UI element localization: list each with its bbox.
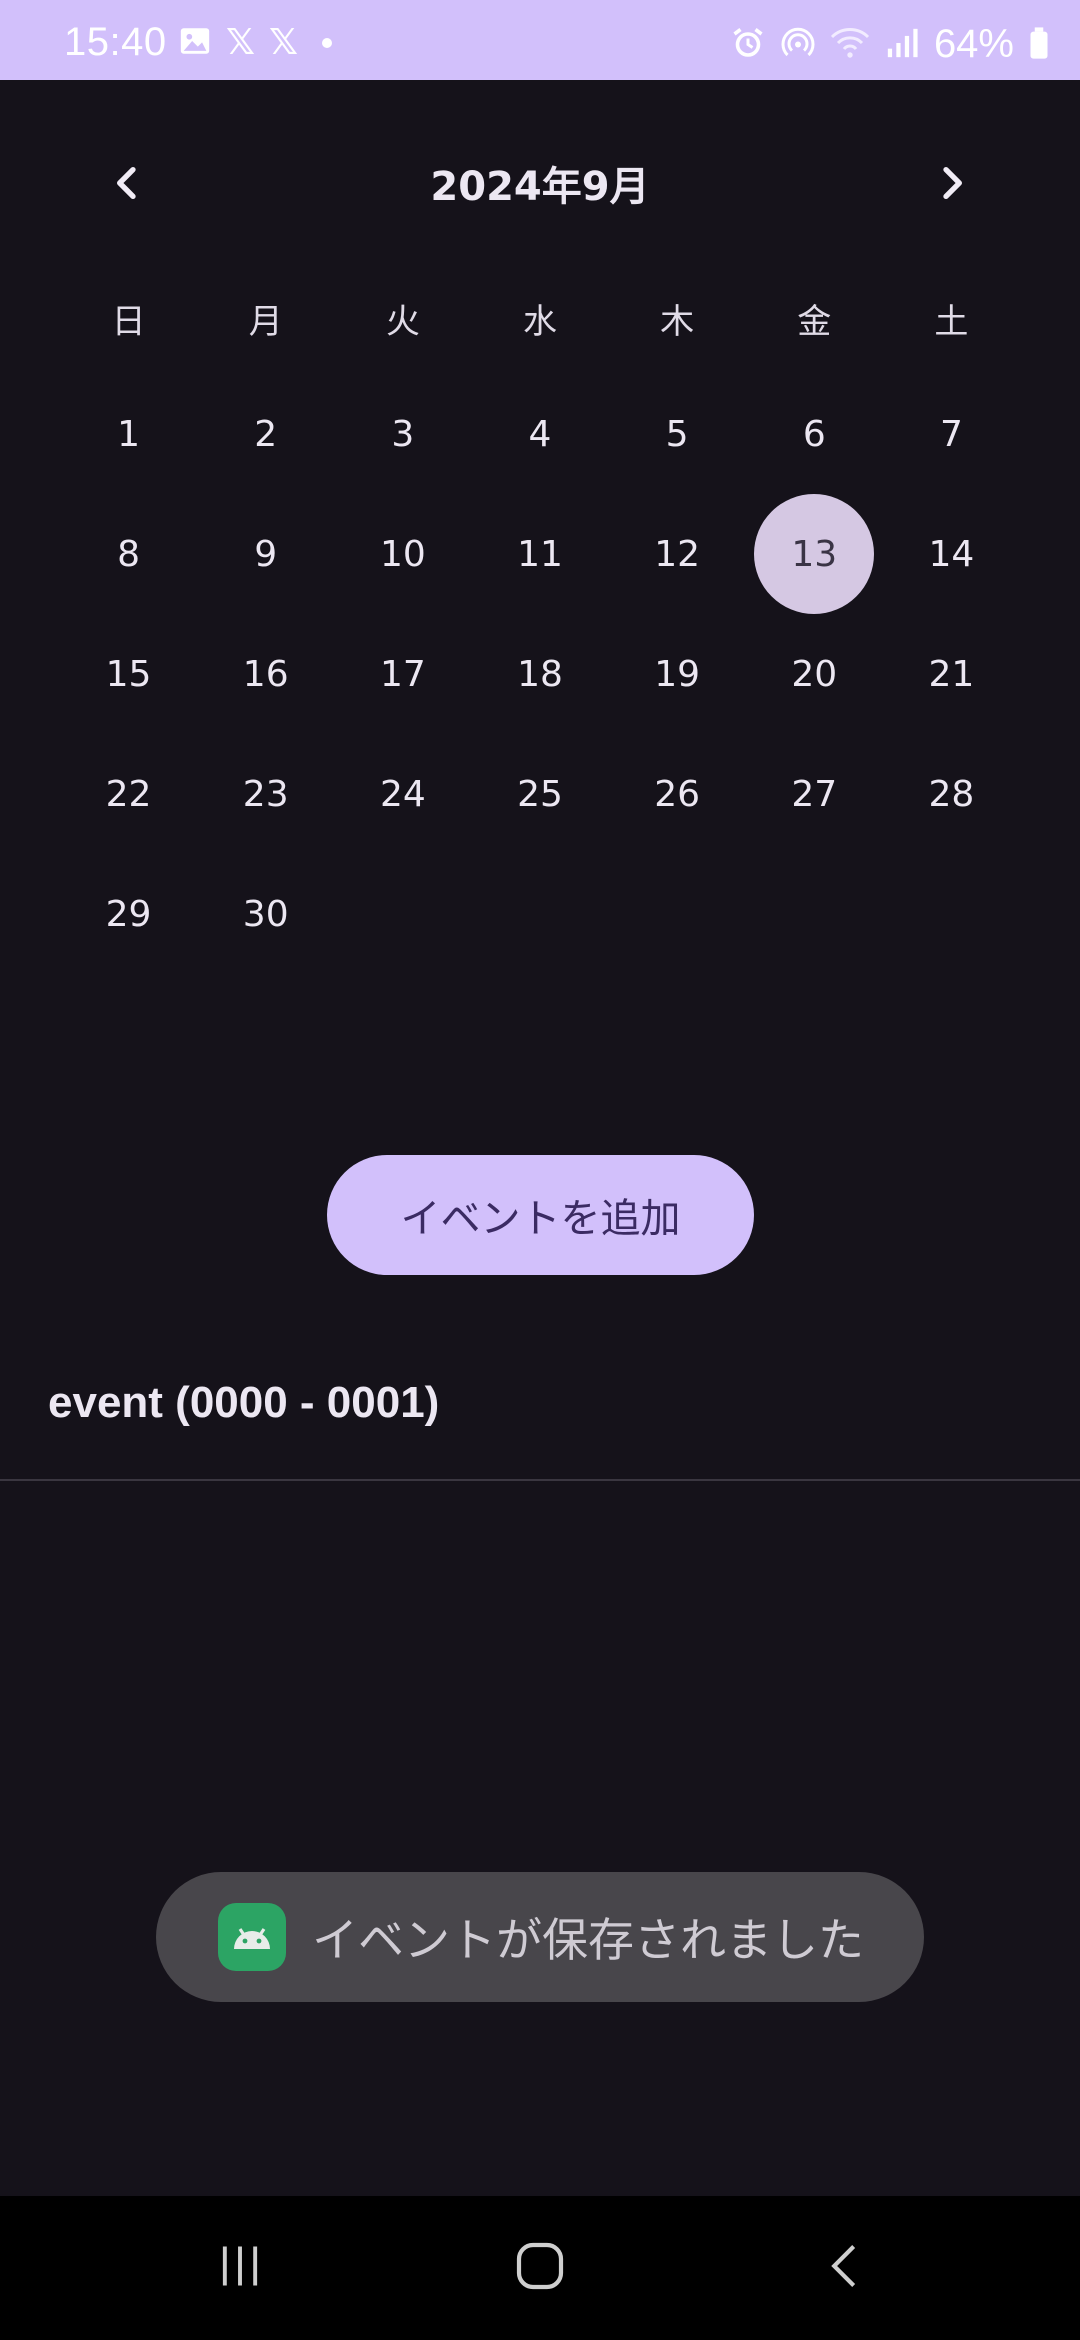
calendar-day[interactable]: 27 [754, 734, 874, 854]
next-month-button[interactable] [906, 140, 996, 230]
calendar-day[interactable]: 15 [69, 614, 189, 734]
calendar-day[interactable]: 18 [480, 614, 600, 734]
back-icon [819, 2240, 871, 2296]
weekday-label: 火 [385, 302, 420, 342]
calendar-week: 15 16 17 18 19 20 21 [60, 614, 1020, 734]
calendar-day[interactable]: 26 [617, 734, 737, 854]
calendar-day[interactable]: 19 [617, 614, 737, 734]
gallery-icon [178, 24, 212, 62]
alarm-icon [730, 25, 766, 65]
toast-text: イベントが保存されました [312, 1913, 864, 1967]
calendar-day[interactable]: 9 [206, 494, 326, 614]
dot-icon [322, 38, 333, 48]
calendar-day[interactable]: 16 [206, 614, 326, 734]
calendar-day-empty [617, 854, 737, 974]
status-bar: 15:40 𝕏 𝕏 64% [0, 0, 1080, 80]
weekday-label: 金 [797, 302, 832, 342]
hotspot-icon [780, 25, 816, 65]
calendar-header: 2024年9月 [0, 140, 1080, 230]
calendar-week: 8 9 10 11 12 13 14 [60, 494, 1020, 614]
wifi-icon [830, 25, 870, 65]
calendar-day-selected[interactable]: 13 [754, 494, 875, 614]
divider [0, 1479, 1080, 1481]
calendar-day[interactable]: 3 [343, 374, 463, 494]
calendar-day[interactable]: 20 [754, 614, 874, 734]
back-button[interactable] [805, 2232, 885, 2304]
weekday-label: 日 [111, 302, 146, 342]
calendar-day[interactable]: 2 [206, 374, 326, 494]
x-icon: 𝕏 [226, 22, 256, 63]
battery-icon [1028, 26, 1050, 64]
calendar-day[interactable]: 10 [343, 494, 463, 614]
calendar-day[interactable]: 5 [617, 374, 737, 494]
home-button[interactable] [500, 2232, 580, 2304]
weekday-row: 日 月 火 水 木 金 土 [60, 294, 1020, 343]
calendar-day[interactable]: 11 [480, 494, 600, 614]
calendar-day[interactable]: 6 [754, 374, 874, 494]
recent-apps-icon [214, 2240, 266, 2296]
calendar-day[interactable]: 29 [69, 854, 189, 974]
add-event-button[interactable]: イベントを追加 [327, 1155, 754, 1275]
calendar-day[interactable]: 12 [617, 494, 737, 614]
calendar-day-empty [343, 854, 463, 974]
calendar-week: 1 2 3 4 5 6 7 [60, 374, 1020, 494]
home-icon [512, 2238, 568, 2298]
calendar-day[interactable]: 14 [891, 494, 1011, 614]
calendar-week: 29 30 [60, 854, 1020, 974]
calendar-day[interactable]: 7 [891, 374, 1011, 494]
event-list-item[interactable]: event (0000 - 0001) [48, 1378, 439, 1428]
x-icon: 𝕏 [269, 22, 299, 63]
calendar-day[interactable]: 1 [69, 374, 189, 494]
calendar-day[interactable]: 23 [206, 734, 326, 854]
calendar-day[interactable]: 25 [480, 734, 600, 854]
calendar-day-empty [480, 854, 600, 974]
system-icons: 64% [730, 22, 1050, 67]
calendar-day[interactable]: 8 [69, 494, 189, 614]
calendar-day[interactable]: 30 [206, 854, 326, 974]
calendar-day-empty [891, 854, 1011, 974]
chevron-right-icon [931, 163, 971, 207]
recent-apps-button[interactable] [200, 2232, 280, 2304]
calendar-day[interactable]: 28 [891, 734, 1011, 854]
weekday-label: 水 [522, 302, 557, 342]
calendar-day-empty [754, 854, 874, 974]
calendar-week: 22 23 24 25 26 27 28 [60, 734, 1020, 854]
calendar-day[interactable]: 4 [480, 374, 600, 494]
calendar-day[interactable]: 17 [343, 614, 463, 734]
calendar-day[interactable]: 24 [343, 734, 463, 854]
signal-icon [884, 26, 920, 64]
status-time: 15:40 [64, 20, 167, 64]
system-navigation-bar [0, 2196, 1080, 2340]
battery-percent: 64% [933, 22, 1014, 66]
android-app-icon [218, 1903, 286, 1971]
weekday-label: 月 [248, 302, 283, 342]
calendar-day[interactable]: 21 [891, 614, 1011, 734]
weekday-label: 土 [934, 302, 969, 342]
calendar-day[interactable]: 22 [69, 734, 189, 854]
notification-icons: 𝕏 𝕏 [178, 22, 333, 63]
weekday-label: 木 [660, 302, 695, 342]
toast-message: イベントが保存されました [156, 1872, 924, 2002]
